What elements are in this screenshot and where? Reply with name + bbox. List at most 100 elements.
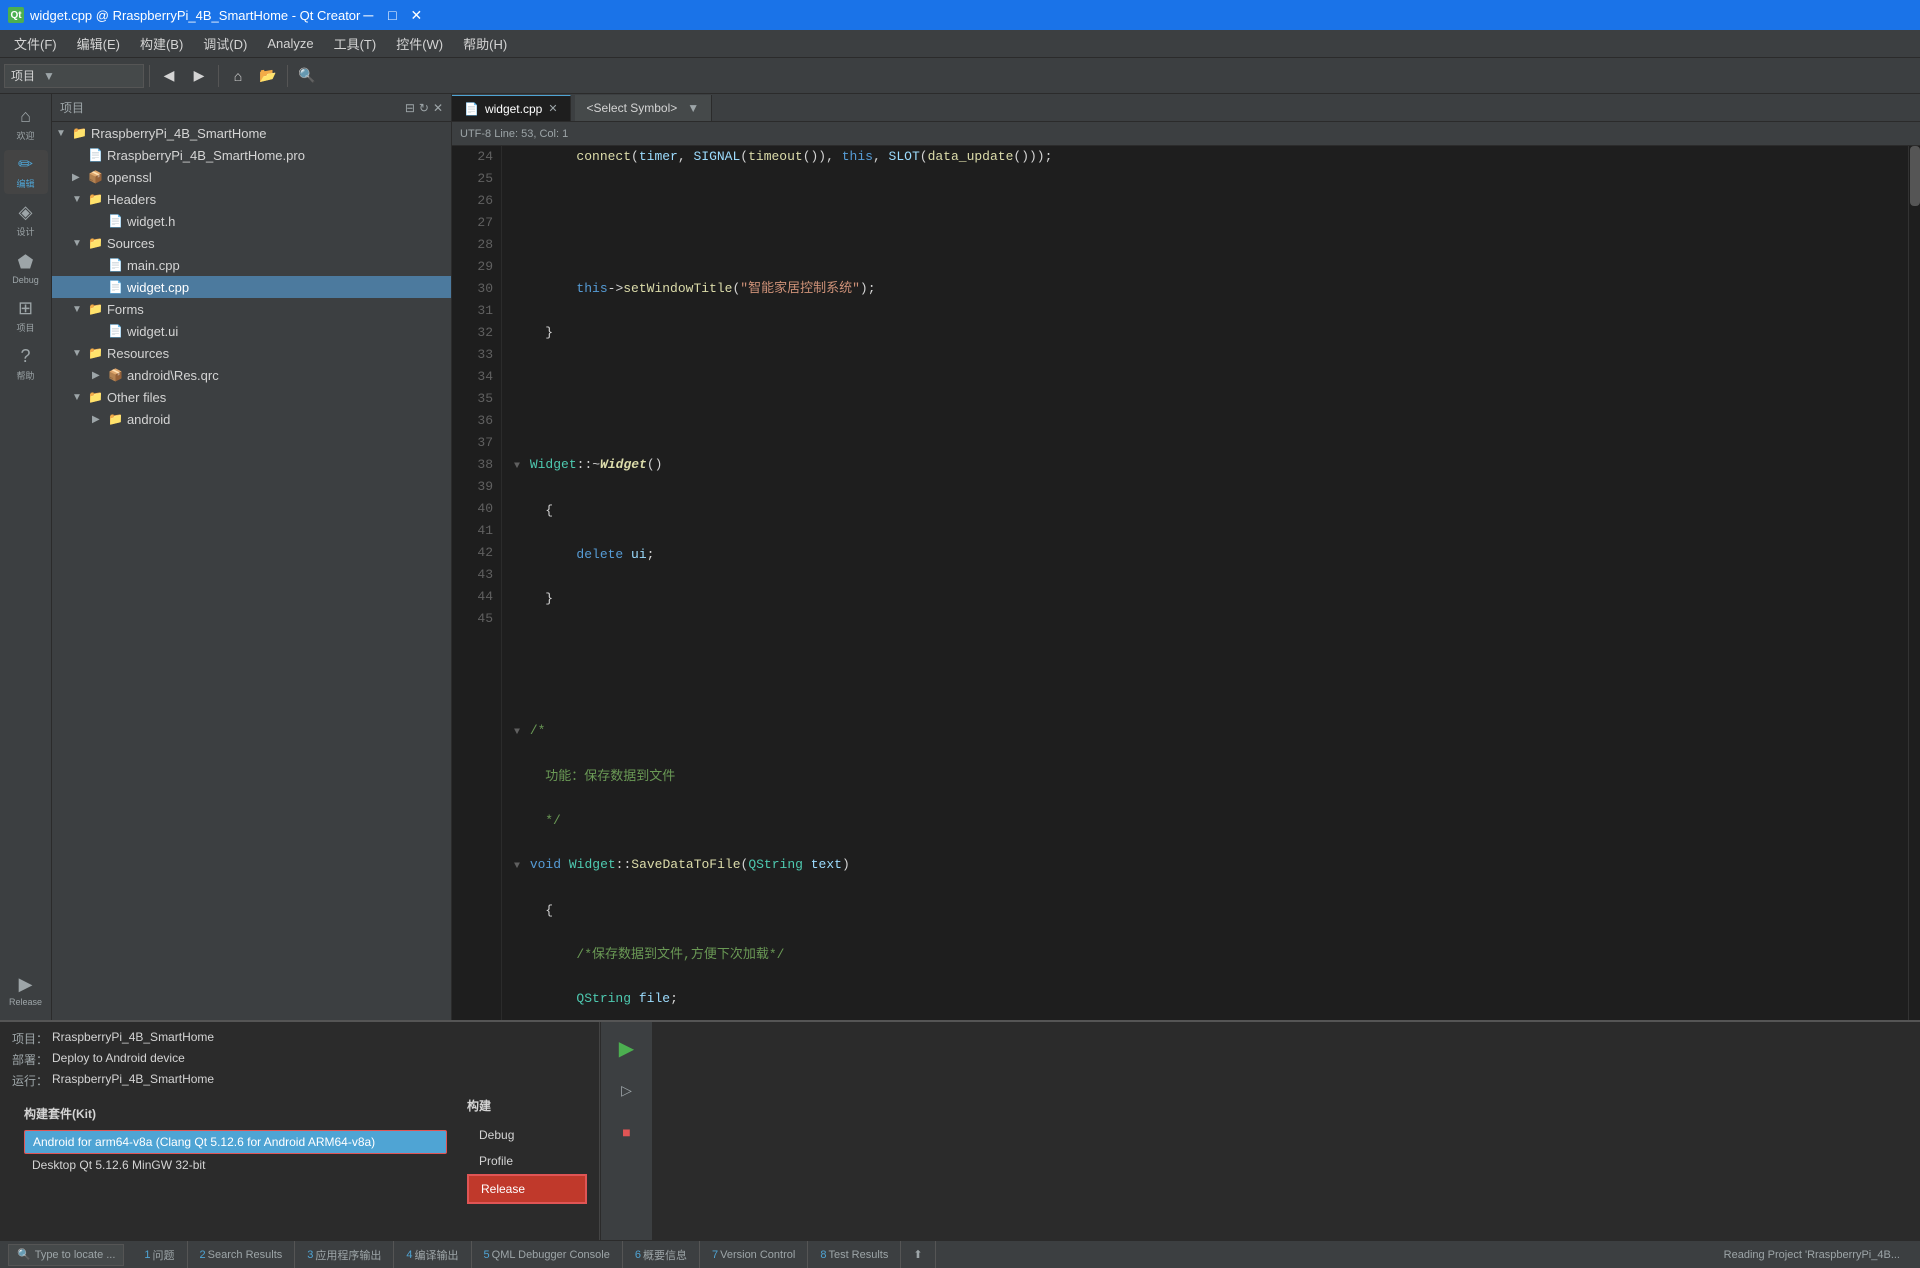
bottom-panel: 项目： RraspberryPi_4B_SmartHome 部署： Deploy… bbox=[0, 1020, 1920, 1240]
project-info: 项目： RraspberryPi_4B_SmartHome 部署： Deploy… bbox=[0, 1022, 600, 1240]
symbol-selector-arrow: ▼ bbox=[687, 101, 699, 115]
openssl-folder-icon: 📦 bbox=[88, 170, 103, 184]
status-tab-version-control[interactable]: 7 Version Control bbox=[700, 1241, 808, 1268]
status-tab-expand[interactable]: ⬆ bbox=[901, 1241, 935, 1268]
line-numbers: 24 25 26 27 28 29 30 31 32 33 34 35 36 3… bbox=[452, 146, 502, 1020]
tree-item-resources[interactable]: ▼ 📁 Resources bbox=[52, 342, 451, 364]
kit-option-desktop[interactable]: Desktop Qt 5.12.6 MinGW 32-bit bbox=[24, 1154, 447, 1176]
sidebar-item-debug[interactable]: ⬟ Debug bbox=[4, 246, 48, 290]
sync-icon[interactable]: ↻ bbox=[419, 101, 429, 115]
encoding-info: UTF-8 Line: 53, Col: 1 bbox=[460, 128, 568, 140]
menu-edit[interactable]: 编辑(E) bbox=[67, 30, 130, 57]
sidebar-item-design[interactable]: ◈ 设计 bbox=[4, 198, 48, 242]
status-tab-app-output[interactable]: 3 应用程序输出 bbox=[295, 1241, 394, 1268]
release-icon: ▶ bbox=[19, 974, 33, 995]
resources-folder-icon: 📁 bbox=[88, 346, 103, 360]
project-folder-icon: 📁 bbox=[72, 126, 87, 140]
status-tab-test[interactable]: 8 Test Results bbox=[808, 1241, 901, 1268]
project-icon: ⊞ bbox=[18, 298, 33, 319]
bottom-content: 项目： RraspberryPi_4B_SmartHome 部署： Deploy… bbox=[0, 1022, 1920, 1240]
app-icon: Qt bbox=[8, 7, 24, 23]
tree-item-android-res[interactable]: ▶ 📦 android\Res.qrc bbox=[52, 364, 451, 386]
forms-folder-icon: 📁 bbox=[88, 302, 103, 316]
code-container: 24 25 26 27 28 29 30 31 32 33 34 35 36 3… bbox=[452, 146, 1920, 1020]
expand-arrow: ▼ bbox=[56, 128, 68, 139]
pro-file-icon: 📄 bbox=[88, 148, 103, 162]
menu-build[interactable]: 构建(B) bbox=[130, 30, 193, 57]
sidebar-item-edit[interactable]: ✏ 编辑 bbox=[4, 150, 48, 194]
tree-item-widget-h[interactable]: 📄 widget.h bbox=[52, 210, 451, 232]
nav-back-button[interactable]: ◀ bbox=[155, 62, 183, 90]
menu-file[interactable]: 文件(F) bbox=[4, 30, 67, 57]
tree-item-forms[interactable]: ▼ 📁 Forms bbox=[52, 298, 451, 320]
menu-analyze[interactable]: Analyze bbox=[257, 30, 323, 57]
tab-close-button[interactable]: ✕ bbox=[548, 102, 557, 115]
status-tab-compile[interactable]: 4 编译输出 bbox=[394, 1241, 471, 1268]
headers-folder-icon: 📁 bbox=[88, 192, 103, 206]
locator-button[interactable]: 🔍 bbox=[293, 62, 321, 90]
sidebar-item-help[interactable]: ? 帮助 bbox=[4, 342, 48, 386]
file-tree-header: 项目 ⊟ ↻ ✕ bbox=[52, 94, 451, 122]
status-tab-qml-debug[interactable]: 5 QML Debugger Console bbox=[472, 1241, 623, 1268]
status-right: Reading Project 'RraspberryPi_4B... bbox=[1724, 1249, 1912, 1261]
nav-forward-button[interactable]: ▶ bbox=[185, 62, 213, 90]
tab-symbol-selector[interactable]: <Select Symbol> ▼ bbox=[575, 95, 713, 121]
file-tree-panel: 项目 ⊟ ↻ ✕ ▼ 📁 RraspberryPi_4B_SmartHome 📄… bbox=[52, 94, 452, 1020]
tree-item-widget-cpp[interactable]: 📄 widget.cpp bbox=[52, 276, 451, 298]
sidebar-item-project[interactable]: ⊞ 项目 bbox=[4, 294, 48, 338]
build-option-profile[interactable]: Profile bbox=[467, 1148, 587, 1174]
design-icon: ◈ bbox=[19, 202, 33, 223]
tab-widget-cpp[interactable]: 📄 widget.cpp ✕ bbox=[452, 95, 571, 121]
sidebar-item-welcome[interactable]: ⌂ 欢迎 bbox=[4, 102, 48, 146]
tree-item-openssl[interactable]: ▶ 📦 openssl bbox=[52, 166, 451, 188]
editor-area: 📄 widget.cpp ✕ <Select Symbol> ▼ UTF-8 L… bbox=[452, 94, 1920, 1020]
menu-help[interactable]: 帮助(H) bbox=[453, 30, 517, 57]
status-tab-summary[interactable]: 6 概要信息 bbox=[623, 1241, 700, 1268]
tree-item-main-cpp[interactable]: 📄 main.cpp bbox=[52, 254, 451, 276]
sidebar-item-release[interactable]: ▶ Release bbox=[4, 968, 48, 1012]
home-button[interactable]: ⌂ bbox=[224, 62, 252, 90]
menu-controls[interactable]: 控件(W) bbox=[386, 30, 453, 57]
tree-item-widget-ui[interactable]: 📄 widget.ui bbox=[52, 320, 451, 342]
build-option-debug[interactable]: Debug bbox=[467, 1122, 587, 1148]
type-to-locate-input[interactable]: 🔍 Type to locate ... bbox=[8, 1244, 124, 1266]
menubar: 文件(F) 编辑(E) 构建(B) 调试(D) Analyze 工具(T) 控件… bbox=[0, 30, 1920, 58]
tree-item-project-root[interactable]: ▼ 📁 RraspberryPi_4B_SmartHome bbox=[52, 122, 451, 144]
editor-scrollbar[interactable] bbox=[1908, 146, 1920, 1020]
tree-item-other-files[interactable]: ▼ 📁 Other files bbox=[52, 386, 451, 408]
file-tree-title: 项目 bbox=[60, 99, 84, 116]
h-file-icon: 📄 bbox=[108, 214, 123, 228]
toolbar-separator bbox=[149, 65, 150, 87]
toolbar-separator-3 bbox=[287, 65, 288, 87]
build-option-release[interactable]: Release bbox=[467, 1174, 587, 1204]
close-tree-icon[interactable]: ✕ bbox=[433, 101, 443, 115]
tree-item-headers[interactable]: ▼ 📁 Headers bbox=[52, 188, 451, 210]
window-title: widget.cpp @ RraspberryPi_4B_SmartHome -… bbox=[30, 8, 360, 23]
menu-debug[interactable]: 调试(D) bbox=[193, 30, 257, 57]
project-dropdown[interactable]: 项目 ▼ bbox=[4, 64, 144, 88]
ui-file-icon: 📄 bbox=[108, 324, 123, 338]
run-button[interactable]: ▶ bbox=[609, 1030, 645, 1066]
close-button[interactable]: ✕ bbox=[408, 7, 424, 23]
tree-item-android[interactable]: ▶ 📁 android bbox=[52, 408, 451, 430]
tree-item-pro[interactable]: 📄 RraspberryPi_4B_SmartHome.pro bbox=[52, 144, 451, 166]
statusbar: 🔍 Type to locate ... 1 问题 2 Search Resul… bbox=[0, 1240, 1920, 1268]
menu-tools[interactable]: 工具(T) bbox=[324, 30, 387, 57]
kit-title: 构建套件(Kit) bbox=[24, 1105, 447, 1122]
scrollbar-thumb[interactable] bbox=[1910, 146, 1920, 206]
status-tab-issues[interactable]: 1 问题 bbox=[132, 1241, 187, 1268]
maximize-button[interactable]: □ bbox=[384, 7, 400, 23]
status-tab-search[interactable]: 2 Search Results bbox=[188, 1241, 296, 1268]
editor-info-bar: UTF-8 Line: 53, Col: 1 bbox=[452, 122, 1920, 146]
run-value: RraspberryPi_4B_SmartHome bbox=[52, 1072, 214, 1089]
stop-button[interactable]: ■ bbox=[609, 1114, 645, 1150]
filter-icon[interactable]: ⊟ bbox=[405, 101, 415, 115]
tree-item-sources[interactable]: ▼ 📁 Sources bbox=[52, 232, 451, 254]
sources-folder-icon: 📁 bbox=[88, 236, 103, 250]
run-without-debug-button[interactable]: ▷ bbox=[609, 1072, 645, 1108]
kit-option-android[interactable]: Android for arm64-v8a (Clang Qt 5.12.6 f… bbox=[24, 1130, 447, 1154]
open-button[interactable]: 📂 bbox=[254, 62, 282, 90]
file-tree: ▼ 📁 RraspberryPi_4B_SmartHome 📄 Rraspber… bbox=[52, 122, 451, 1020]
minimize-button[interactable]: ─ bbox=[360, 7, 376, 23]
code-editor[interactable]: connect(timer, SIGNAL(timeout()), this, … bbox=[502, 146, 1908, 1020]
